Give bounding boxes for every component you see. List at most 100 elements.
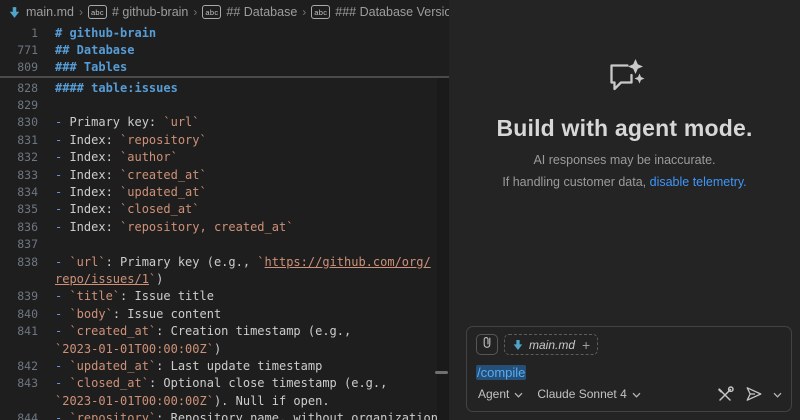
breadcrumb-item-label: main.md	[26, 5, 74, 19]
symbol-text-icon: abc	[311, 5, 330, 19]
editor-line[interactable]: `2023-01-01T00:00:00Z`)	[0, 340, 449, 357]
line-content: - `closed_at`: Optional close timestamp …	[38, 376, 387, 390]
sticky-line[interactable]: 1# github-brain	[0, 24, 449, 41]
editor-line[interactable]: 839- `title`: Issue title	[0, 288, 449, 305]
sticky-line[interactable]: 809### Tables	[0, 59, 449, 76]
breadcrumb-item[interactable]: abc ## Database	[202, 5, 297, 19]
editor-pane[interactable]: main.md › abc # github-brain › abc ## Database…	[0, 0, 449, 420]
editor-scrollbar-thumb[interactable]	[435, 371, 448, 374]
mode-label: Agent	[478, 387, 509, 401]
markdown-file-icon	[512, 339, 524, 351]
line-content: repo/issues/1`)	[38, 272, 163, 286]
line-content: - `created_at`: Creation timestamp (e.g.…	[38, 324, 351, 338]
editor-line[interactable]: 840- `body`: Issue content	[0, 305, 449, 322]
line-content: #### table:issues	[38, 81, 178, 95]
line-content: - Index: `author`	[38, 150, 178, 164]
line-content: - Index: `repository, created_at`	[38, 220, 293, 234]
line-number: 809	[0, 60, 38, 74]
editor-line[interactable]: 835- Index: `closed_at`	[0, 201, 449, 218]
welcome-privacy: If handling customer data, disable telem…	[449, 175, 800, 189]
editor-line[interactable]: 830- Primary key: `url`	[0, 114, 449, 131]
line-number: 844	[0, 411, 38, 420]
breadcrumb-item[interactable]: abc ### Database Versio	[311, 5, 449, 19]
line-number: 1	[0, 26, 38, 40]
editor-line[interactable]: 842- `updated_at`: Last update timestamp	[0, 357, 449, 374]
line-number: 829	[0, 98, 38, 112]
editor-line[interactable]: 831- Index: `repository`	[0, 131, 449, 148]
chat-input-box[interactable]: main.md + /compile Agent Claude Sonnet 4	[466, 326, 792, 412]
sticky-scroll-headers[interactable]: 1# github-brain771## Database809### Tabl…	[0, 24, 449, 78]
breadcrumb-separator: ›	[193, 5, 197, 19]
line-content: - Index: `updated_at`	[38, 185, 207, 199]
line-content: - `title`: Issue title	[38, 289, 214, 303]
breadcrumb-separator: ›	[79, 5, 83, 19]
breadcrumb-item[interactable]: abc # github-brain	[88, 5, 188, 19]
symbol-text-icon: abc	[202, 5, 221, 19]
editor-lines[interactable]: 828#### table:issues829830- Primary key:…	[0, 79, 449, 420]
line-number: 834	[0, 185, 38, 199]
line-content: - Index: `created_at`	[38, 168, 207, 182]
line-number: 836	[0, 220, 38, 234]
line-number: 842	[0, 359, 38, 373]
model-picker[interactable]: Claude Sonnet 4	[537, 387, 640, 401]
line-number: 832	[0, 150, 38, 164]
disable-telemetry-link[interactable]: disable telemetry.	[650, 175, 747, 189]
editor-line[interactable]: 829	[0, 96, 449, 113]
line-number: 843	[0, 376, 38, 390]
line-content: `2023-01-01T00:00:00Z`)	[38, 342, 221, 356]
editor-line[interactable]: 841- `created_at`: Creation timestamp (e…	[0, 322, 449, 339]
line-number: 828	[0, 81, 38, 95]
line-content: - `body`: Issue content	[38, 307, 221, 321]
line-content: - Primary key: `url`	[38, 115, 200, 129]
attach-context-button[interactable]	[476, 334, 498, 355]
context-chip-label: main.md	[529, 338, 575, 352]
breadcrumb-separator: ›	[302, 5, 306, 19]
editor-line[interactable]: 834- Index: `updated_at`	[0, 183, 449, 200]
model-label: Claude Sonnet 4	[537, 387, 626, 401]
editor-line[interactable]: 828#### table:issues	[0, 79, 449, 96]
mode-picker[interactable]: Agent	[478, 387, 523, 401]
editor-line[interactable]: 833- Index: `created_at`	[0, 166, 449, 183]
send-options-chevron-icon[interactable]	[773, 385, 782, 403]
send-button[interactable]	[744, 386, 763, 402]
chevron-down-icon	[514, 387, 523, 401]
editor-line[interactable]: `2023-01-01T00:00:00Z`). Null if open.	[0, 392, 449, 409]
editor-line[interactable]: 843- `closed_at`: Optional close timesta…	[0, 375, 449, 392]
line-content: - `repository`: Repository name, without…	[38, 411, 438, 420]
line-content: ### Tables	[38, 60, 127, 74]
chevron-down-icon	[632, 387, 641, 401]
editor-line[interactable]: 837	[0, 236, 449, 253]
breadcrumb: main.md › abc # github-brain › abc ## Database…	[0, 0, 449, 24]
breadcrumb-item-label: ## Database	[226, 5, 297, 19]
context-row: main.md +	[476, 334, 782, 355]
line-content: - Index: `closed_at`	[38, 202, 200, 216]
configure-tools-button[interactable]	[717, 386, 734, 403]
line-number: 771	[0, 43, 38, 57]
editor-line[interactable]: 838- `url`: Primary key (e.g., `https://…	[0, 253, 449, 270]
breadcrumb-item-label: ### Database Versio	[335, 5, 449, 19]
sticky-line[interactable]: 771## Database	[0, 41, 449, 58]
symbol-text-icon: abc	[88, 5, 107, 19]
line-content: - `updated_at`: Last update timestamp	[38, 359, 322, 373]
chat-input-controls: Agent Claude Sonnet 4	[478, 385, 782, 403]
line-content: - `url`: Primary key (e.g., `https://git…	[38, 255, 431, 269]
chat-input-field[interactable]: /compile	[476, 364, 782, 382]
line-number: 830	[0, 115, 38, 129]
add-context-icon[interactable]: +	[582, 338, 590, 352]
chat-sparkle-icon	[604, 82, 646, 99]
line-number: 833	[0, 168, 38, 182]
breadcrumb-item-label: # github-brain	[112, 5, 188, 19]
line-number: 837	[0, 237, 38, 251]
slash-command[interactable]: /compile	[476, 365, 526, 380]
editor-line[interactable]: 844- `repository`: Repository name, with…	[0, 409, 449, 420]
editor-line[interactable]: repo/issues/1`)	[0, 270, 449, 287]
editor-line[interactable]: 832- Index: `author`	[0, 149, 449, 166]
context-chip-current-file[interactable]: main.md +	[504, 334, 598, 355]
breadcrumb-item[interactable]: main.md	[8, 5, 74, 19]
welcome-disclaimer: AI responses may be inaccurate.	[449, 153, 800, 167]
line-number: 831	[0, 133, 38, 147]
paperclip-icon	[480, 335, 494, 355]
line-number: 835	[0, 202, 38, 216]
chat-welcome: Build with agent mode. AI responses may …	[449, 57, 800, 189]
editor-line[interactable]: 836- Index: `repository, created_at`	[0, 218, 449, 235]
